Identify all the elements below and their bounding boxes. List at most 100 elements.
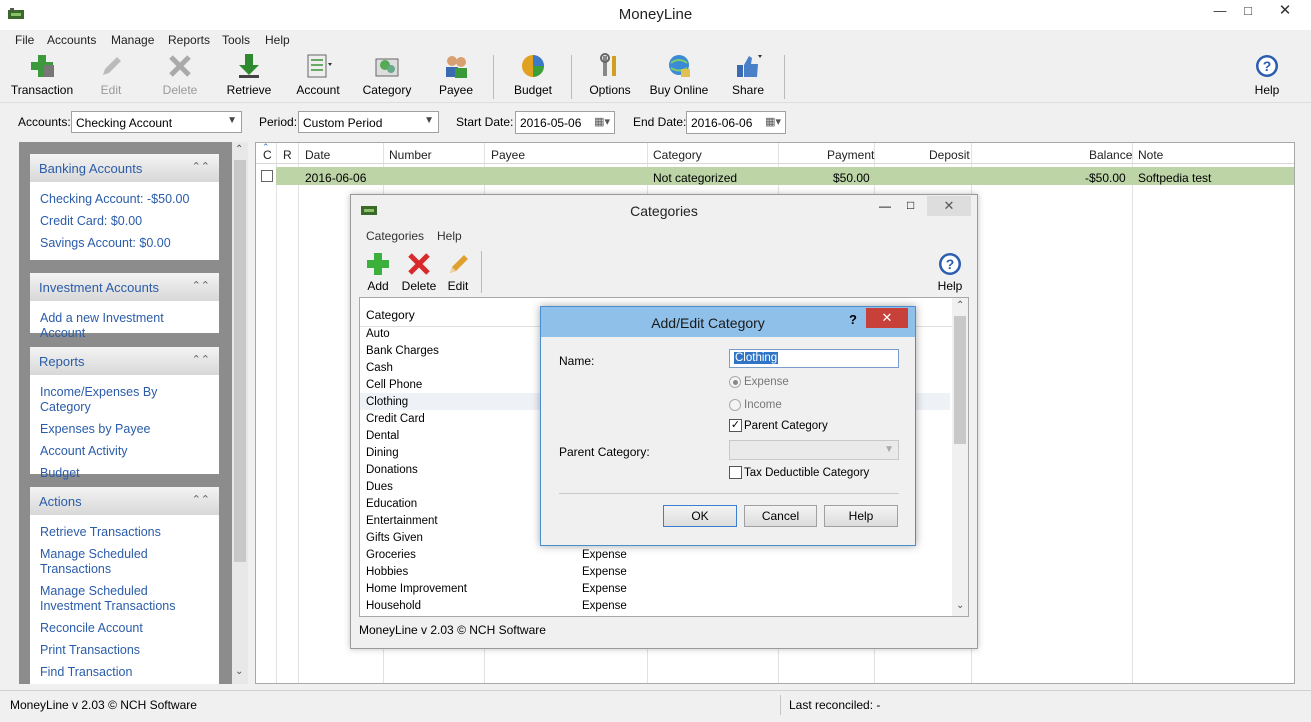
sidebar-link-print[interactable]: Print Transactions — [30, 643, 219, 658]
minimize-button[interactable]: — — [1206, 0, 1234, 22]
maximize-button[interactable]: □ — [1234, 0, 1262, 22]
category-list-item[interactable]: Clothing — [366, 396, 408, 408]
category-list-item[interactable]: Dental — [366, 430, 399, 442]
period-select[interactable]: Custom Period ▼ — [298, 111, 439, 133]
minimize-button[interactable]: — — [879, 199, 891, 213]
column-header-note[interactable]: Note — [1138, 148, 1163, 162]
ok-button[interactable]: OK — [663, 505, 737, 527]
help-button[interactable]: Help — [824, 505, 898, 527]
list-scrollbar[interactable]: ⌃ ⌄ — [952, 298, 968, 616]
calendar-icon[interactable]: ▦▾ — [765, 115, 781, 128]
category-button[interactable]: Category — [362, 53, 412, 101]
retrieve-button[interactable]: Retrieve — [226, 53, 272, 101]
sidebar-link-savings[interactable]: Savings Account: $0.00 — [30, 236, 219, 251]
column-header-c[interactable]: C — [263, 148, 272, 162]
collapse-chevron-icon[interactable]: ⌃⌃ — [192, 279, 210, 292]
budget-button[interactable]: Budget — [512, 53, 554, 101]
menu-manage[interactable]: Manage — [111, 33, 154, 47]
account-button[interactable]: Account — [294, 53, 342, 101]
delete-category-button[interactable]: Delete — [401, 251, 437, 293]
menu-reports[interactable]: Reports — [168, 33, 210, 47]
category-list-item[interactable]: Gifts Given — [366, 532, 423, 544]
edit-button[interactable]: Edit — [90, 53, 132, 101]
sidebar-scrollbar[interactable]: ⌃ ⌄ — [232, 142, 248, 684]
sidebar-link-budget[interactable]: Budget — [30, 466, 219, 481]
payee-button[interactable]: Payee — [436, 53, 476, 101]
sidebar-link-scheduled-investment[interactable]: Manage Scheduled Investment Transactions — [30, 584, 210, 614]
delete-button[interactable]: Delete — [158, 53, 202, 101]
share-button[interactable]: Share — [728, 53, 768, 101]
parent-category-checkbox[interactable]: ✓ — [729, 419, 742, 432]
column-header-payee[interactable]: Payee — [491, 148, 525, 162]
edit-category-button[interactable]: Edit — [446, 251, 470, 293]
calendar-icon[interactable]: ▦▾ — [594, 115, 610, 128]
sidebar-link-retrieve[interactable]: Retrieve Transactions — [30, 525, 219, 540]
panel-header[interactable]: Reports ⌃⌃ — [30, 347, 219, 375]
column-header-balance[interactable]: Balance — [1089, 148, 1132, 162]
scroll-down-icon[interactable]: ⌄ — [956, 600, 964, 611]
panel-header[interactable]: Investment Accounts ⌃⌃ — [30, 273, 219, 301]
scrollbar-thumb[interactable] — [954, 316, 966, 444]
sidebar-link-add-investment[interactable]: Add a new Investment Account — [30, 311, 219, 341]
scroll-up-icon[interactable]: ⌃ — [235, 144, 243, 155]
column-header-payment[interactable]: Payment — [827, 148, 874, 162]
category-list-item[interactable]: Groceries — [366, 549, 416, 561]
income-radio[interactable] — [729, 399, 741, 411]
expense-radio[interactable] — [729, 376, 741, 388]
column-header-date[interactable]: Date — [305, 148, 330, 162]
end-date-field[interactable]: 2016-06-06 ▦▾ — [686, 111, 786, 134]
menu-tools[interactable]: Tools — [222, 33, 250, 47]
category-list-item[interactable]: Donations — [366, 464, 418, 476]
buy-online-button[interactable]: Buy Online — [648, 53, 710, 101]
menu-help[interactable]: Help — [265, 33, 290, 47]
column-header-category[interactable]: Category — [653, 148, 702, 162]
sidebar-link-credit-card[interactable]: Credit Card: $0.00 — [30, 214, 219, 229]
panel-header[interactable]: Banking Accounts ⌃⌃ — [30, 154, 219, 182]
category-list-item[interactable]: Cash — [366, 362, 393, 374]
close-button[interactable]: ✕ — [1262, 0, 1308, 22]
sidebar-link-scheduled[interactable]: Manage Scheduled Transactions — [30, 547, 160, 577]
collapse-chevron-icon[interactable]: ⌃⌃ — [192, 353, 210, 366]
column-header-deposit[interactable]: Deposit — [929, 148, 970, 162]
scroll-up-icon[interactable]: ⌃ — [956, 300, 964, 311]
sidebar-link-account-activity[interactable]: Account Activity — [30, 444, 219, 459]
close-icon[interactable]: ✕ — [866, 308, 908, 328]
category-list-item[interactable]: Home Improvement — [366, 583, 467, 595]
sidebar-link-reconcile[interactable]: Reconcile Account — [30, 621, 219, 636]
menu-file[interactable]: File — [15, 33, 34, 47]
category-list-item[interactable]: Dues — [366, 481, 393, 493]
help-button[interactable]: ? Help — [1250, 53, 1284, 101]
collapse-chevron-icon[interactable]: ⌃⌃ — [192, 160, 210, 173]
name-field[interactable]: Clothing — [729, 349, 899, 368]
accounts-select[interactable]: Checking Account ▼ — [71, 111, 242, 133]
category-list-item[interactable]: Credit Card — [366, 413, 425, 425]
options-button[interactable]: Options — [588, 53, 632, 101]
sidebar-link-checking[interactable]: Checking Account: -$50.00 — [30, 192, 219, 207]
transaction-button[interactable]: Transaction — [8, 53, 76, 101]
row-checkbox[interactable] — [261, 170, 273, 182]
sidebar-link-income-expenses[interactable]: Income/Expenses By Category — [30, 385, 219, 415]
maximize-button[interactable]: □ — [907, 198, 914, 212]
category-list-item[interactable]: Household — [366, 600, 421, 612]
parent-category-select[interactable]: ▼ — [729, 440, 899, 460]
category-list-item[interactable]: Hobbies — [366, 566, 408, 578]
category-list-item[interactable]: Bank Charges — [366, 345, 439, 357]
category-list-item[interactable]: Cell Phone — [366, 379, 422, 391]
sidebar-link-expenses-payee[interactable]: Expenses by Payee — [30, 422, 219, 437]
cancel-button[interactable]: Cancel — [744, 505, 817, 527]
panel-header[interactable]: Actions ⌃⌃ — [30, 487, 219, 515]
category-list-item[interactable]: Auto — [366, 328, 390, 340]
scrollbar-thumb[interactable] — [234, 160, 246, 562]
help-button[interactable]: ? Help — [937, 251, 963, 293]
column-header-r[interactable]: R — [283, 148, 292, 162]
collapse-chevron-icon[interactable]: ⌃⌃ — [192, 493, 210, 506]
close-button[interactable]: ✕ — [927, 196, 971, 216]
start-date-field[interactable]: 2016-05-06 ▦▾ — [515, 111, 615, 134]
column-header-number[interactable]: Number — [389, 148, 432, 162]
menu-categories[interactable]: Categories — [366, 229, 424, 243]
add-category-button[interactable]: Add — [365, 251, 391, 293]
menu-help[interactable]: Help — [437, 229, 462, 243]
tax-deductible-checkbox[interactable] — [729, 466, 742, 479]
sidebar-link-find[interactable]: Find Transaction — [30, 665, 219, 680]
category-list-item[interactable]: Entertainment — [366, 515, 438, 527]
